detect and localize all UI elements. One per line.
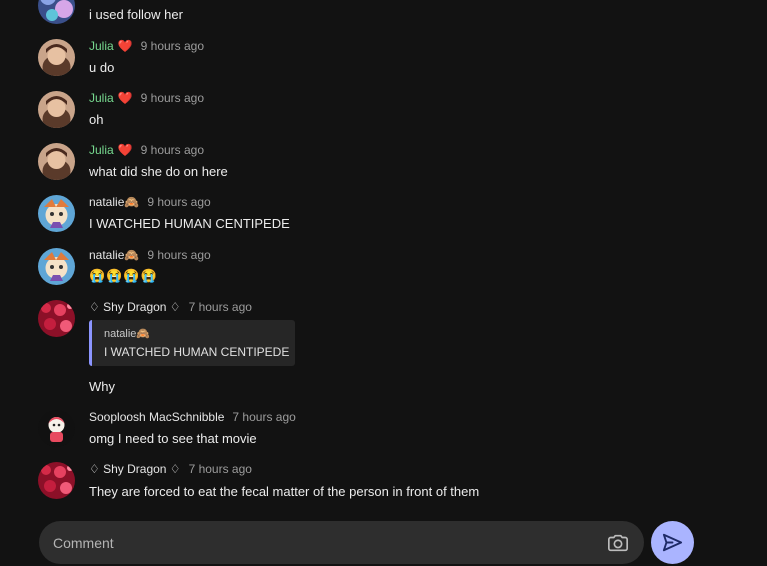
avatar[interactable] [38,195,75,232]
message-meta: Julia ❤️ 9 hours ago [89,90,204,106]
message-text: what did she do on here [89,164,228,179]
message-item: Sooploosh MacSchnibble 7 hours ago omg I… [38,409,738,454]
avatar[interactable] [38,410,75,447]
message-text: oh [89,112,104,127]
timestamp: 9 hours ago [140,91,205,105]
send-button[interactable] [651,521,694,564]
username[interactable]: ♢ Shy Dragon ♢ [89,462,181,476]
send-icon [662,533,683,552]
username[interactable]: Julia [89,91,114,105]
avatar[interactable] [38,300,75,337]
message-meta: Julia ❤️ 9 hours ago [89,38,204,54]
message-text: I WATCHED HUMAN CENTIPEDE [89,216,290,231]
comment-input[interactable] [53,521,593,564]
timestamp: 7 hours ago [188,462,252,476]
avatar[interactable] [38,91,75,128]
username[interactable]: Julia [89,143,114,157]
timestamp: 9 hours ago [140,39,205,53]
avatar[interactable] [38,248,75,285]
timestamp: 9 hours ago [147,248,211,262]
avatar[interactable] [38,462,75,499]
message-text: 😭😭😭😭 [89,268,158,283]
timestamp: 7 hours ago [232,410,296,424]
avatar[interactable] [38,0,75,24]
message-item: ♢ Shy Dragon ♢ 7 hours ago They are forc… [38,461,738,506]
heart-emoji: ❤️ [117,143,133,157]
username[interactable]: Sooploosh MacSchnibble [89,410,224,424]
message-meta: ♢ Shy Dragon ♢ 7 hours ago [89,299,252,315]
message-item: i used follow her [38,0,738,28]
message-meta: ♢ Shy Dragon ♢ 7 hours ago [89,461,252,477]
message-text: i used follow her [89,7,183,22]
message-item: ♢ Shy Dragon ♢ 7 hours ago natalie🙈 I WA… [38,299,738,399]
message-meta: natalie🙈 9 hours ago [89,194,211,210]
message-text: omg I need to see that movie [89,431,257,446]
message-item: Julia ❤️ 9 hours ago oh [38,90,738,135]
message-item: Julia ❤️ 9 hours ago u do [38,38,738,83]
username[interactable]: Julia [89,39,114,53]
timestamp: 7 hours ago [188,300,252,314]
avatar[interactable] [38,39,75,76]
username[interactable]: natalie🙈 [89,248,139,262]
avatar[interactable] [38,143,75,180]
comment-composer [39,521,644,564]
chat-panel: i used follow her Julia ❤️ 9 hours ago u… [0,0,767,566]
message-text: They are forced to eat the fecal matter … [89,484,480,499]
quoted-username: natalie🙈 [104,328,151,340]
username[interactable]: natalie🙈 [89,195,139,209]
message-item: natalie🙈 9 hours ago I WATCHED HUMAN CEN… [38,194,738,239]
heart-emoji: ❤️ [117,39,133,53]
timestamp: 9 hours ago [140,143,205,157]
message-meta: Sooploosh MacSchnibble 7 hours ago [89,409,296,425]
message-text: u do [89,60,115,75]
username[interactable]: ♢ Shy Dragon ♢ [89,300,181,314]
message-meta: natalie🙈 9 hours ago [89,247,211,263]
quoted-text: I WATCHED HUMAN CENTIPEDE [104,345,290,359]
quoted-message[interactable]: natalie🙈 I WATCHED HUMAN CENTIPEDE [89,320,295,366]
heart-emoji: ❤️ [117,91,133,105]
message-item: natalie🙈 9 hours ago 😭😭😭😭 [38,247,738,292]
timestamp: 9 hours ago [147,195,211,209]
message-item: Julia ❤️ 9 hours ago what did she do on … [38,142,738,187]
message-text: Why [89,379,115,394]
message-meta: Julia ❤️ 9 hours ago [89,142,204,158]
camera-icon[interactable] [607,532,629,554]
